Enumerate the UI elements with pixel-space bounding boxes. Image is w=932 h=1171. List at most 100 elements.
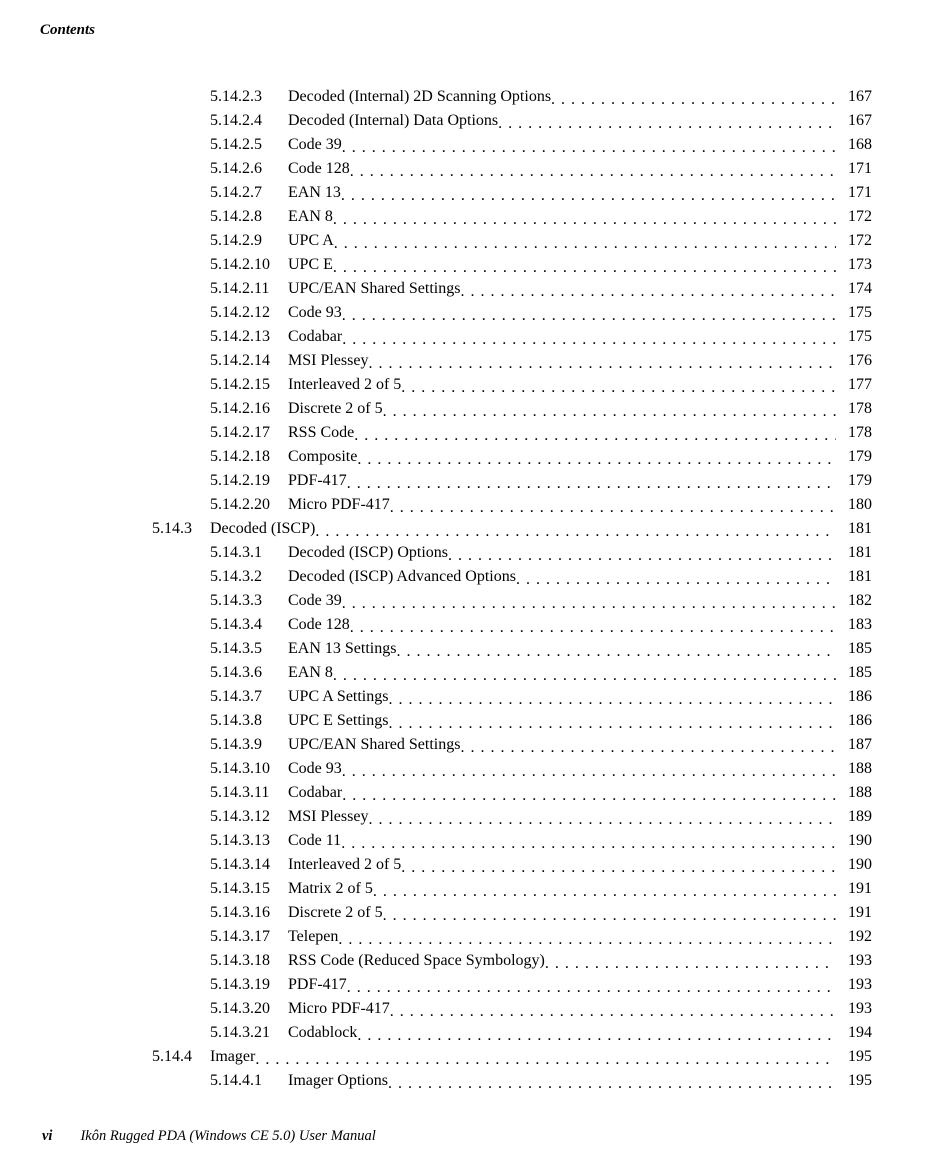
toc-subsection-number: 5.14.2.8 bbox=[210, 205, 288, 229]
toc-title: UPC/EAN Shared Settings bbox=[288, 277, 460, 301]
toc-page-number: 183 bbox=[836, 613, 872, 637]
toc-leader-dots bbox=[342, 136, 836, 152]
table-of-contents: 5.14.2.3Decoded (Internal) 2D Scanning O… bbox=[210, 85, 872, 1093]
toc-page-number: 193 bbox=[836, 997, 872, 1021]
toc-leader-dots bbox=[333, 256, 836, 272]
toc-subsection-number: 5.14.2.3 bbox=[210, 85, 288, 109]
toc-page-number: 193 bbox=[836, 949, 872, 973]
toc-entry: 5.14.4.1Imager Options195 bbox=[210, 1069, 872, 1093]
toc-entry: 5.14.3.17Telepen192 bbox=[210, 925, 872, 949]
toc-title: Micro PDF-417 bbox=[288, 997, 390, 1021]
toc-page-number: 193 bbox=[836, 973, 872, 997]
toc-section-number: 5.14.4 bbox=[152, 1045, 210, 1069]
toc-entry: 5.14.2.3Decoded (Internal) 2D Scanning O… bbox=[210, 85, 872, 109]
toc-entry: 5.14.2.9UPC A172 bbox=[210, 229, 872, 253]
toc-leader-dots bbox=[354, 424, 836, 440]
toc-title: Decoded (Internal) Data Options bbox=[288, 109, 498, 133]
toc-title: UPC A bbox=[288, 229, 334, 253]
toc-entry: 5.14.3.13Code 11190 bbox=[210, 829, 872, 853]
toc-title: PDF-417 bbox=[288, 973, 347, 997]
toc-subsection-number: 5.14.3.9 bbox=[210, 733, 288, 757]
toc-entry: 5.14.2.16Discrete 2 of 5178 bbox=[210, 397, 872, 421]
toc-subsection-number: 5.14.3.10 bbox=[210, 757, 288, 781]
toc-title: Code 39 bbox=[288, 589, 342, 613]
toc-title: Codabar bbox=[288, 325, 342, 349]
toc-entry: 5.14.2.6Code 128171 bbox=[210, 157, 872, 181]
toc-page-number: 178 bbox=[836, 421, 872, 445]
toc-entry: 5.14.3.3Code 39182 bbox=[210, 589, 872, 613]
toc-title: Code 39 bbox=[288, 133, 342, 157]
toc-subsection-number: 5.14.2.13 bbox=[210, 325, 288, 349]
toc-page-number: 171 bbox=[836, 157, 872, 181]
toc-subsection-number: 5.14.2.7 bbox=[210, 181, 288, 205]
toc-subsection-number: 5.14.2.16 bbox=[210, 397, 288, 421]
toc-leader-dots bbox=[383, 904, 836, 920]
toc-title: RSS Code bbox=[288, 421, 354, 445]
toc-subsection-number: 5.14.2.12 bbox=[210, 301, 288, 325]
toc-leader-dots bbox=[373, 880, 836, 896]
toc-entry: 5.14.2.7EAN 13171 bbox=[210, 181, 872, 205]
toc-page-number: 167 bbox=[836, 85, 872, 109]
toc-entry: 5.14.2.11UPC/EAN Shared Settings174 bbox=[210, 277, 872, 301]
toc-entry: 5.14.2.5Code 39168 bbox=[210, 133, 872, 157]
toc-leader-dots bbox=[388, 712, 836, 728]
toc-page-number: 179 bbox=[836, 445, 872, 469]
toc-title: RSS Code (Reduced Space Symbology) bbox=[288, 949, 545, 973]
toc-entry: 5.14.3.21Codablock194 bbox=[210, 1021, 872, 1045]
toc-leader-dots bbox=[342, 592, 836, 608]
toc-subsection-number: 5.14.3.17 bbox=[210, 925, 288, 949]
toc-leader-dots bbox=[342, 304, 836, 320]
toc-subsection-number: 5.14.2.17 bbox=[210, 421, 288, 445]
toc-subsection-number: 5.14.3.3 bbox=[210, 589, 288, 613]
toc-page-number: 176 bbox=[836, 349, 872, 373]
toc-entry: 5.14.3.20Micro PDF-417193 bbox=[210, 997, 872, 1021]
toc-title: Matrix 2 of 5 bbox=[288, 877, 373, 901]
toc-page-number: 181 bbox=[836, 541, 872, 565]
toc-entry: 5.14.3.4Code 128183 bbox=[210, 613, 872, 637]
toc-entry: 5.14.3.19PDF-417193 bbox=[210, 973, 872, 997]
toc-entry: 5.14.2.13Codabar175 bbox=[210, 325, 872, 349]
toc-subsection-number: 5.14.2.19 bbox=[210, 469, 288, 493]
toc-page-number: 178 bbox=[836, 397, 872, 421]
toc-subsection-number: 5.14.3.21 bbox=[210, 1021, 288, 1045]
toc-leader-dots bbox=[333, 664, 836, 680]
toc-page-number: 189 bbox=[836, 805, 872, 829]
toc-leader-dots bbox=[347, 472, 836, 488]
toc-title: MSI Plessey bbox=[288, 805, 368, 829]
toc-entry: 5.14.3.12MSI Plessey189 bbox=[210, 805, 872, 829]
toc-entry: 5.14.2.12Code 93175 bbox=[210, 301, 872, 325]
toc-leader-dots bbox=[390, 496, 836, 512]
toc-title: Codabar bbox=[288, 781, 342, 805]
toc-subsection-number: 5.14.4.1 bbox=[210, 1069, 288, 1093]
toc-leader-dots bbox=[388, 1072, 836, 1088]
toc-leader-dots bbox=[350, 160, 836, 176]
toc-section-number: 5.14.3 bbox=[152, 517, 210, 541]
toc-subsection-number: 5.14.2.5 bbox=[210, 133, 288, 157]
toc-title: EAN 8 bbox=[288, 661, 333, 685]
toc-leader-dots bbox=[347, 976, 836, 992]
toc-page-number: 167 bbox=[836, 109, 872, 133]
toc-leader-dots bbox=[388, 688, 836, 704]
toc-subsection-number: 5.14.2.14 bbox=[210, 349, 288, 373]
toc-subsection-number: 5.14.3.16 bbox=[210, 901, 288, 925]
toc-title: Codablock bbox=[288, 1021, 357, 1045]
toc-title: Interleaved 2 of 5 bbox=[288, 853, 401, 877]
toc-leader-dots bbox=[333, 208, 836, 224]
toc-leader-dots bbox=[338, 928, 836, 944]
toc-leader-dots bbox=[396, 640, 836, 656]
toc-title: Code 11 bbox=[288, 829, 341, 853]
toc-title: UPC/EAN Shared Settings bbox=[288, 733, 460, 757]
toc-page-number: 181 bbox=[836, 565, 872, 589]
toc-leader-dots bbox=[516, 568, 836, 584]
footer-manual-title: Ikôn Rugged PDA (Windows CE 5.0) User Ma… bbox=[80, 1128, 375, 1144]
toc-title: EAN 8 bbox=[288, 205, 333, 229]
toc-entry: 5.14.3.15Matrix 2 of 5191 bbox=[210, 877, 872, 901]
toc-leader-dots bbox=[448, 544, 836, 560]
toc-page-number: 195 bbox=[836, 1069, 872, 1093]
toc-title: Interleaved 2 of 5 bbox=[288, 373, 401, 397]
toc-leader-dots bbox=[498, 112, 836, 128]
toc-title: Code 93 bbox=[288, 301, 342, 325]
toc-leader-dots bbox=[255, 1048, 836, 1064]
toc-leader-dots bbox=[350, 616, 836, 632]
toc-title: PDF-417 bbox=[288, 469, 347, 493]
